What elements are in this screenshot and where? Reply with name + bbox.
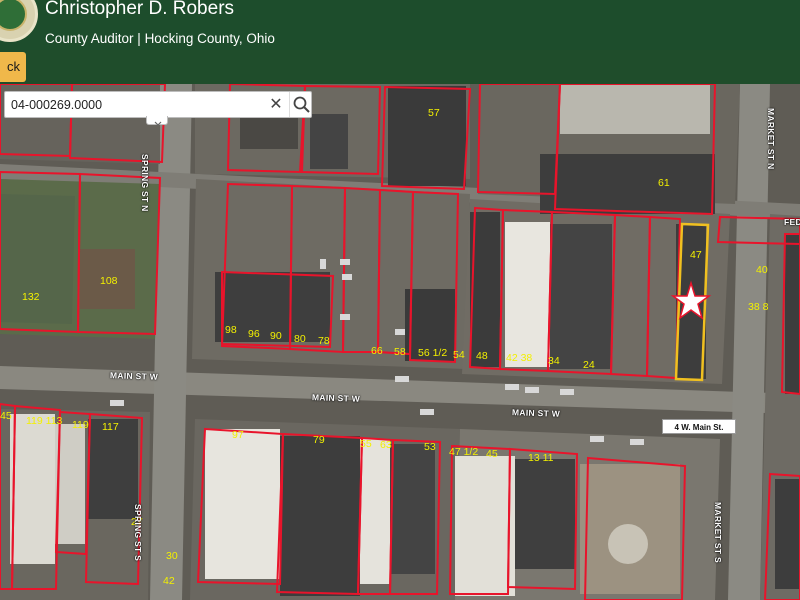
parcel-label: 47 1/2 [449,446,479,458]
parcel-label: 42 [163,575,175,587]
back-button[interactable]: ck [0,52,26,82]
parcel-label: 47 [690,249,702,261]
parcel-label: 108 [100,275,118,287]
search-options-toggle[interactable] [146,116,168,126]
street-label: MARKET ST S [713,502,723,563]
address-marker-label: 4 W. Main St. [662,419,736,434]
clear-search-icon[interactable]: ✕ [267,96,285,114]
aerial-map[interactable]: 57 61 47 40 38 8 132 108 98 96 90 80 78 … [0,84,800,600]
parcel-label: 30 [166,550,178,562]
street-label: MAIN ST W [511,407,561,419]
page-subtitle: County Auditor | Hocking County, Ohio [45,31,275,46]
parcel-label: 66 [371,345,383,357]
parcel-label: 45 [486,448,498,460]
parcel-label: 54 [453,349,465,361]
parcel-label: 24 [583,359,595,371]
parcel-label: 56 1/2 [418,347,448,359]
parcel-label: 119 113 [26,415,63,427]
parcel-label: 79 [313,434,325,446]
county-seal-logo [0,0,38,42]
street-label: MAIN ST W [311,392,361,404]
street-label: MAIN ST W [109,370,159,382]
parcel-label: 63 [380,439,392,451]
parcel-label: 40 [756,264,768,276]
parcel-label: 80 [294,333,306,345]
chevron-down-icon [154,121,162,126]
parcel-label: 58 [394,346,406,358]
parcel-label: 119 [72,419,89,431]
parcel-label: 57 [428,107,440,119]
parcel-label: 132 [22,291,40,303]
parcel-label: 98 [225,324,237,336]
parcel-label: 61 [658,177,670,189]
parcel-search-input[interactable] [11,96,261,114]
map-canvas[interactable] [0,84,800,600]
parcel-search-box: ✕ [4,91,312,118]
street-label: SPRING ST S [133,504,143,562]
parcel-label: 117 [102,421,119,433]
parcel-label: 38 8 [748,301,769,313]
parcel-label: 13 11 [528,452,554,464]
street-label: FED [784,217,800,227]
parcel-label: 45 [0,410,12,422]
parcel-label: 34 [548,355,560,367]
search-button[interactable] [289,92,313,117]
page-title: Christopher D. Robers [45,0,235,19]
toolbar [0,50,800,84]
parcel-label: 97 [232,429,244,441]
street-label: MARKET ST N [766,108,776,170]
parcel-label: 48 [476,350,488,362]
parcel-label: 55 [360,438,372,450]
parcel-label: 53 [424,441,436,453]
parcel-label: 90 [270,330,282,342]
parcel-label: 42 38 [506,352,533,364]
parcel-label: 96 [248,328,260,340]
header-bar: Christopher D. Robers County Auditor | H… [0,0,800,50]
search-icon [293,96,310,113]
parcel-label: 78 [318,335,330,347]
street-label: SPRING ST N [140,154,150,212]
